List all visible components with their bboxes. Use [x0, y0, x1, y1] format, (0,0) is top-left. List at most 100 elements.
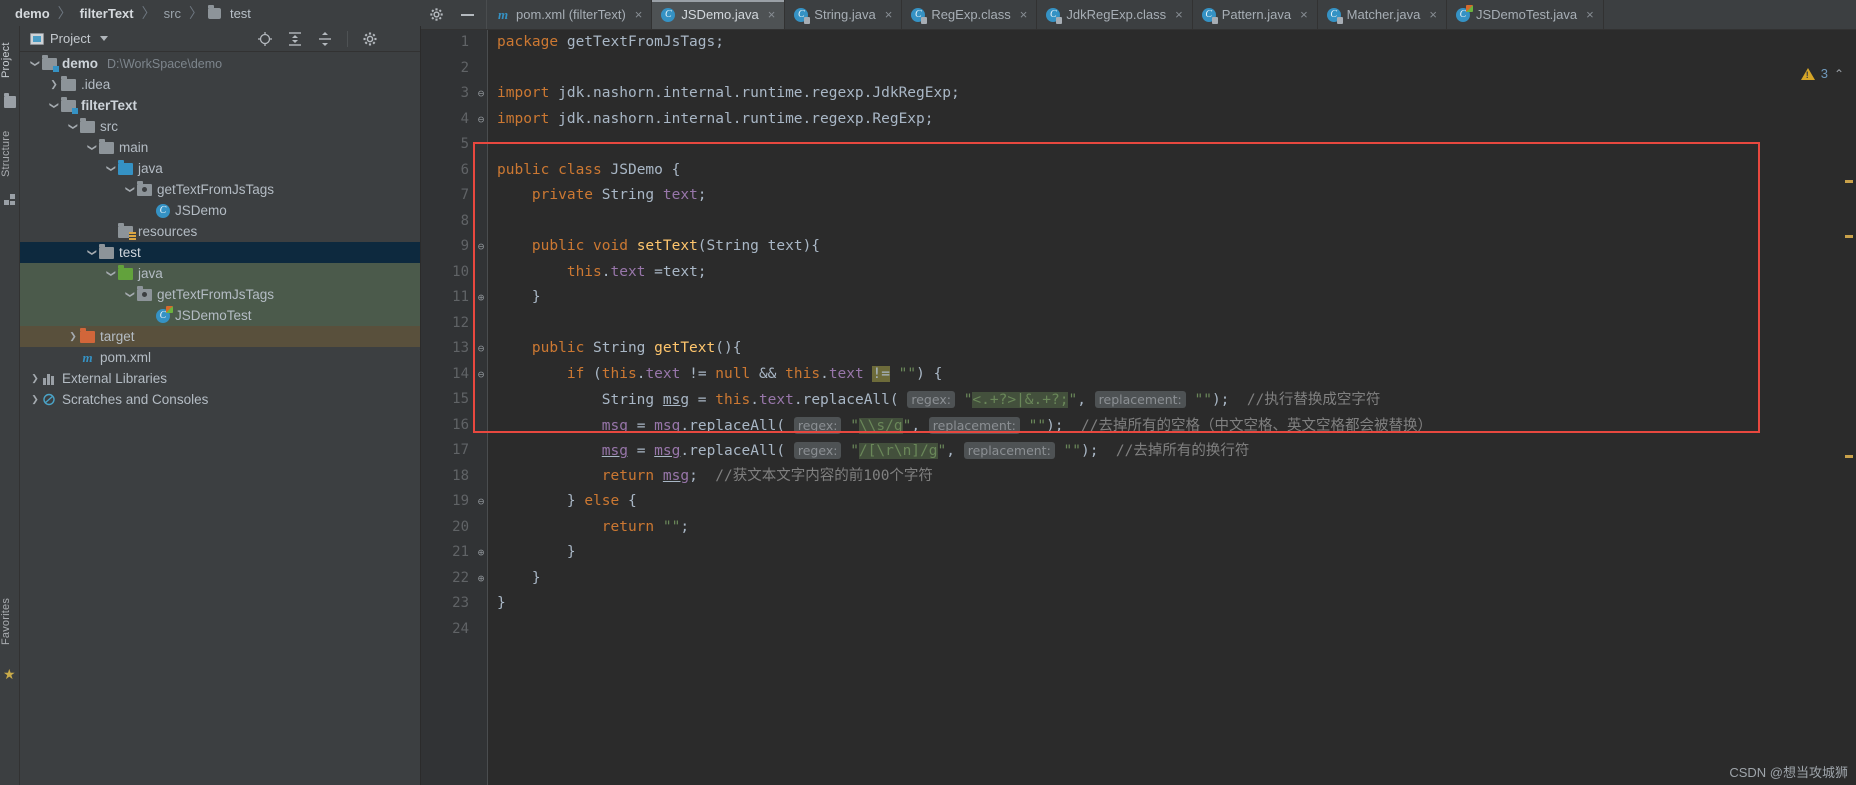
scrollbar-warning-marker[interactable] — [1845, 180, 1853, 183]
editor-tab-pattern-java[interactable]: C Pattern.java × — [1193, 0, 1318, 29]
chevron-up-icon[interactable]: ⌃ — [1834, 67, 1844, 81]
close-icon[interactable]: × — [1429, 7, 1437, 22]
tree-item-resources[interactable]: resources — [20, 221, 420, 242]
code-folding-icon[interactable]: ⊖ — [475, 234, 487, 260]
chevron-right-icon[interactable] — [66, 331, 80, 342]
close-icon[interactable]: × — [768, 7, 776, 22]
hide-panel-icon[interactable] — [461, 13, 474, 16]
editor-tab-label: JSDemo.java — [681, 7, 759, 22]
editor-tab-label: RegExp.class — [931, 7, 1011, 22]
tool-window-button-structure[interactable]: Structure — [0, 118, 20, 190]
scrollbar-warning-marker[interactable] — [1845, 235, 1853, 238]
editor-tab-string-java[interactable]: C String.java × — [785, 0, 903, 29]
chevron-down-icon[interactable] — [85, 142, 99, 153]
parameter-hint-replacement: replacement: — [963, 442, 1055, 459]
tree-item-target[interactable]: target — [20, 326, 420, 347]
tree-item-external-libraries[interactable]: External Libraries — [20, 368, 420, 389]
collapse-all-icon[interactable] — [317, 31, 333, 47]
code-text: public void setText(String text){ — [497, 238, 821, 254]
tree-item-gettextfromjstags[interactable]: getTextFromJsTags — [20, 284, 420, 305]
close-icon[interactable]: × — [885, 7, 893, 22]
chevron-down-icon[interactable] — [66, 121, 80, 132]
line-number: 8 — [460, 212, 469, 229]
editor-tab-matcher-java[interactable]: C Matcher.java × — [1318, 0, 1447, 29]
breadcrumb-item-demo[interactable]: demo — [12, 6, 53, 21]
inspection-status[interactable]: 3 ⌃ — [1800, 66, 1844, 81]
code-text: } else { — [497, 493, 637, 509]
line-number: 3 — [460, 85, 469, 101]
chevron-down-icon[interactable] — [28, 58, 42, 69]
tree-item-main[interactable]: main — [20, 137, 420, 158]
editor-tab-pom-xml-filtertext-[interactable]: m pom.xml (filterText) × — [487, 0, 653, 29]
code-folding-icon[interactable]: ⊕ — [475, 540, 487, 566]
folder-icon[interactable] — [4, 93, 16, 108]
code-folding-icon[interactable]: ⊖ — [475, 336, 487, 362]
java-class-locked-icon: C — [1046, 7, 1063, 24]
code-folding-icon[interactable]: ⊕ — [475, 566, 487, 592]
code-editor[interactable]: 1 package getTextFromJsTags; 2 3 ⊖ import jdk… — [421, 30, 1856, 785]
chevron-down-icon[interactable] — [85, 247, 99, 258]
tool-window-button-favorites[interactable]: Favorites — [0, 586, 20, 656]
tree-item-jsdemo[interactable]: C JSDemo — [20, 200, 420, 221]
tree-item-filtertext[interactable]: filterText — [20, 95, 420, 116]
editor-tab-label: JSDemoTest.java — [1475, 7, 1578, 22]
code-text: } — [497, 569, 541, 586]
chevron-down-icon[interactable] — [123, 289, 137, 300]
code-folding-icon[interactable]: ⊖ — [475, 107, 487, 133]
close-icon[interactable]: × — [1020, 7, 1028, 22]
scrollbar-warning-marker[interactable] — [1845, 455, 1853, 458]
tree-item-java[interactable]: java — [20, 263, 420, 284]
hide-panel-icon[interactable] — [392, 31, 408, 47]
locate-icon[interactable] — [257, 31, 273, 47]
chevron-down-icon[interactable] — [104, 268, 118, 279]
expand-all-icon[interactable] — [287, 31, 303, 47]
code-variable: msg — [601, 417, 628, 434]
line-number: 20 — [452, 518, 469, 535]
tree-item-gettextfromjstags[interactable]: getTextFromJsTags — [20, 179, 420, 200]
tree-item-demo[interactable]: demo D:\WorkSpace\demo — [20, 53, 420, 74]
tree-item-src[interactable]: src — [20, 116, 420, 137]
chevron-down-icon[interactable] — [123, 184, 137, 195]
chevron-right-icon[interactable] — [28, 373, 42, 384]
breadcrumb-item-test[interactable]: test — [227, 6, 254, 21]
tree-item-label: filterText — [81, 98, 138, 113]
tree-item-test[interactable]: test — [20, 242, 420, 263]
chevron-right-icon[interactable] — [28, 394, 42, 405]
tree-item-java[interactable]: java — [20, 158, 420, 179]
star-icon[interactable]: ★ — [3, 666, 16, 683]
tree-item--idea[interactable]: .idea — [20, 74, 420, 95]
chevron-down-icon[interactable] — [47, 100, 61, 111]
breadcrumb-item-filtertext[interactable]: filterText — [77, 6, 137, 21]
folder-icon — [80, 117, 95, 133]
code-folding-icon[interactable]: ⊕ — [475, 285, 487, 311]
chevron-down-icon[interactable] — [100, 36, 109, 41]
tree-item-pom-xml[interactable]: m pom.xml — [20, 347, 420, 368]
close-icon[interactable]: × — [1586, 7, 1594, 22]
gear-icon[interactable] — [362, 31, 378, 47]
chevron-right-icon[interactable] — [47, 79, 61, 90]
code-folding-icon[interactable]: ⊖ — [475, 81, 487, 107]
code-folding-icon[interactable]: ⊖ — [475, 362, 487, 388]
tree-item-scratches-and-consoles[interactable]: Scratches and Consoles — [20, 389, 420, 410]
close-icon[interactable]: × — [635, 7, 643, 22]
editor-tab-jdkregexp-class[interactable]: C JdkRegExp.class × — [1037, 0, 1193, 29]
chevron-down-icon[interactable] — [104, 163, 118, 174]
tool-window-button-project[interactable]: Project — [0, 30, 20, 90]
editor-tab-regexp-class[interactable]: C RegExp.class × — [902, 0, 1038, 29]
gear-icon[interactable] — [429, 7, 445, 23]
project-tree[interactable]: demoD:\WorkSpace\demo.ideafilterTextsrcm… — [20, 53, 420, 785]
editor-tab-jsdemo-java[interactable]: C JSDemo.java × — [652, 0, 786, 29]
close-icon[interactable]: × — [1300, 7, 1308, 22]
tree-item-label: java — [138, 266, 163, 281]
structure-icon[interactable] — [4, 194, 16, 206]
package-icon — [137, 180, 152, 196]
java-class-icon: C — [156, 203, 170, 218]
close-icon[interactable]: × — [1175, 7, 1183, 22]
java-test-class-icon: C — [156, 305, 173, 323]
code-content[interactable]: 1 package getTextFromJsTags; 2 3 ⊖ import jdk… — [421, 30, 1856, 785]
warning-count: 3 — [1820, 66, 1828, 81]
code-folding-icon[interactable]: ⊖ — [475, 489, 487, 515]
breadcrumb-item-src[interactable]: src — [161, 6, 184, 21]
tree-item-jsdemotest[interactable]: C JSDemoTest — [20, 305, 420, 326]
editor-tab-jsdemotest-java[interactable]: C JSDemoTest.java × — [1447, 0, 1604, 29]
